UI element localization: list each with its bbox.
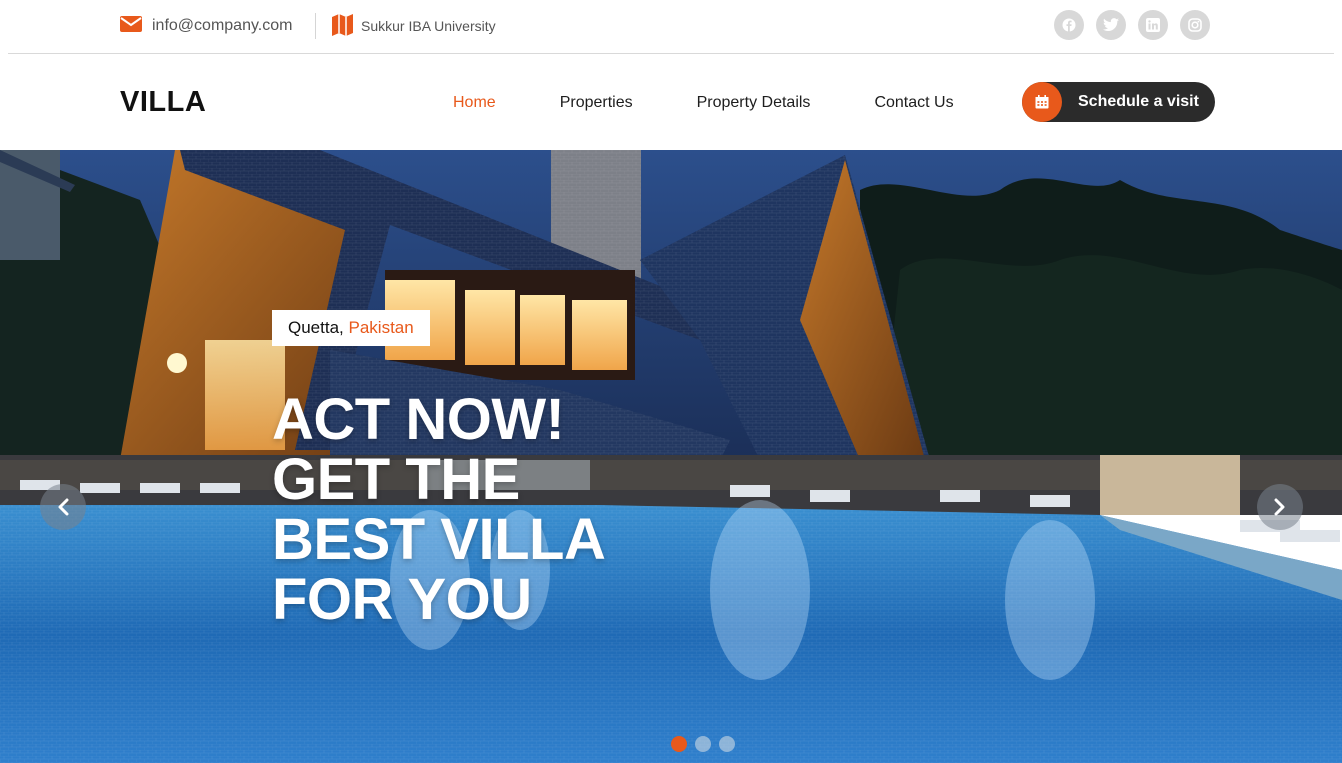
hero-slider: Quetta, Pakistan ACT NOW! GET THE BEST V… bbox=[0, 150, 1342, 763]
location-text: Sukkur IBA University bbox=[361, 18, 496, 34]
slider-next-button[interactable] bbox=[1257, 484, 1303, 530]
nav-property-details[interactable]: Property Details bbox=[697, 94, 811, 112]
schedule-visit-label: Schedule a visit bbox=[1078, 93, 1199, 110]
main-header: VILLA Home Properties Property Details C… bbox=[0, 54, 1342, 150]
facebook-icon[interactable] bbox=[1054, 10, 1084, 40]
slider-dot[interactable] bbox=[695, 736, 711, 752]
email-text: info@company.com bbox=[152, 17, 293, 34]
hero-headline: ACT NOW! GET THE BEST VILLA FOR YOU bbox=[272, 390, 692, 630]
top-bar: info@company.com Sukkur IBA University bbox=[0, 0, 1342, 54]
main-nav: Home Properties Property Details Contact… bbox=[453, 94, 954, 112]
headline-line: ACT NOW! bbox=[272, 387, 565, 452]
contact-location[interactable]: Sukkur IBA University bbox=[332, 13, 496, 39]
headline-line: GET THE bbox=[272, 447, 520, 512]
nav-contact-us[interactable]: Contact Us bbox=[874, 94, 953, 112]
chevron-left-icon bbox=[58, 498, 69, 516]
schedule-visit-button[interactable]: Schedule a visit bbox=[1022, 82, 1215, 122]
map-icon bbox=[332, 13, 353, 39]
contact-email[interactable]: info@company.com bbox=[120, 15, 292, 37]
divider bbox=[315, 13, 316, 39]
envelope-icon bbox=[120, 15, 142, 37]
slider-dots bbox=[671, 736, 735, 752]
slider-dot[interactable] bbox=[671, 736, 687, 752]
linkedin-icon[interactable] bbox=[1138, 10, 1168, 40]
chevron-right-icon bbox=[1274, 498, 1285, 516]
instagram-icon[interactable] bbox=[1180, 10, 1210, 40]
nav-home[interactable]: Home bbox=[453, 94, 496, 112]
headline-line: FOR YOU bbox=[272, 567, 532, 632]
calendar-icon bbox=[1022, 82, 1062, 122]
badge-city: Quetta, bbox=[288, 318, 344, 337]
slider-prev-button[interactable] bbox=[40, 484, 86, 530]
site-logo[interactable]: VILLA bbox=[120, 86, 206, 119]
badge-country: Pakistan bbox=[348, 318, 414, 337]
twitter-icon[interactable] bbox=[1096, 10, 1126, 40]
nav-properties[interactable]: Properties bbox=[560, 94, 633, 112]
social-links bbox=[1054, 10, 1210, 40]
headline-line: BEST VILLA bbox=[272, 507, 606, 572]
location-badge: Quetta, Pakistan bbox=[272, 310, 430, 346]
slider-dot[interactable] bbox=[719, 736, 735, 752]
